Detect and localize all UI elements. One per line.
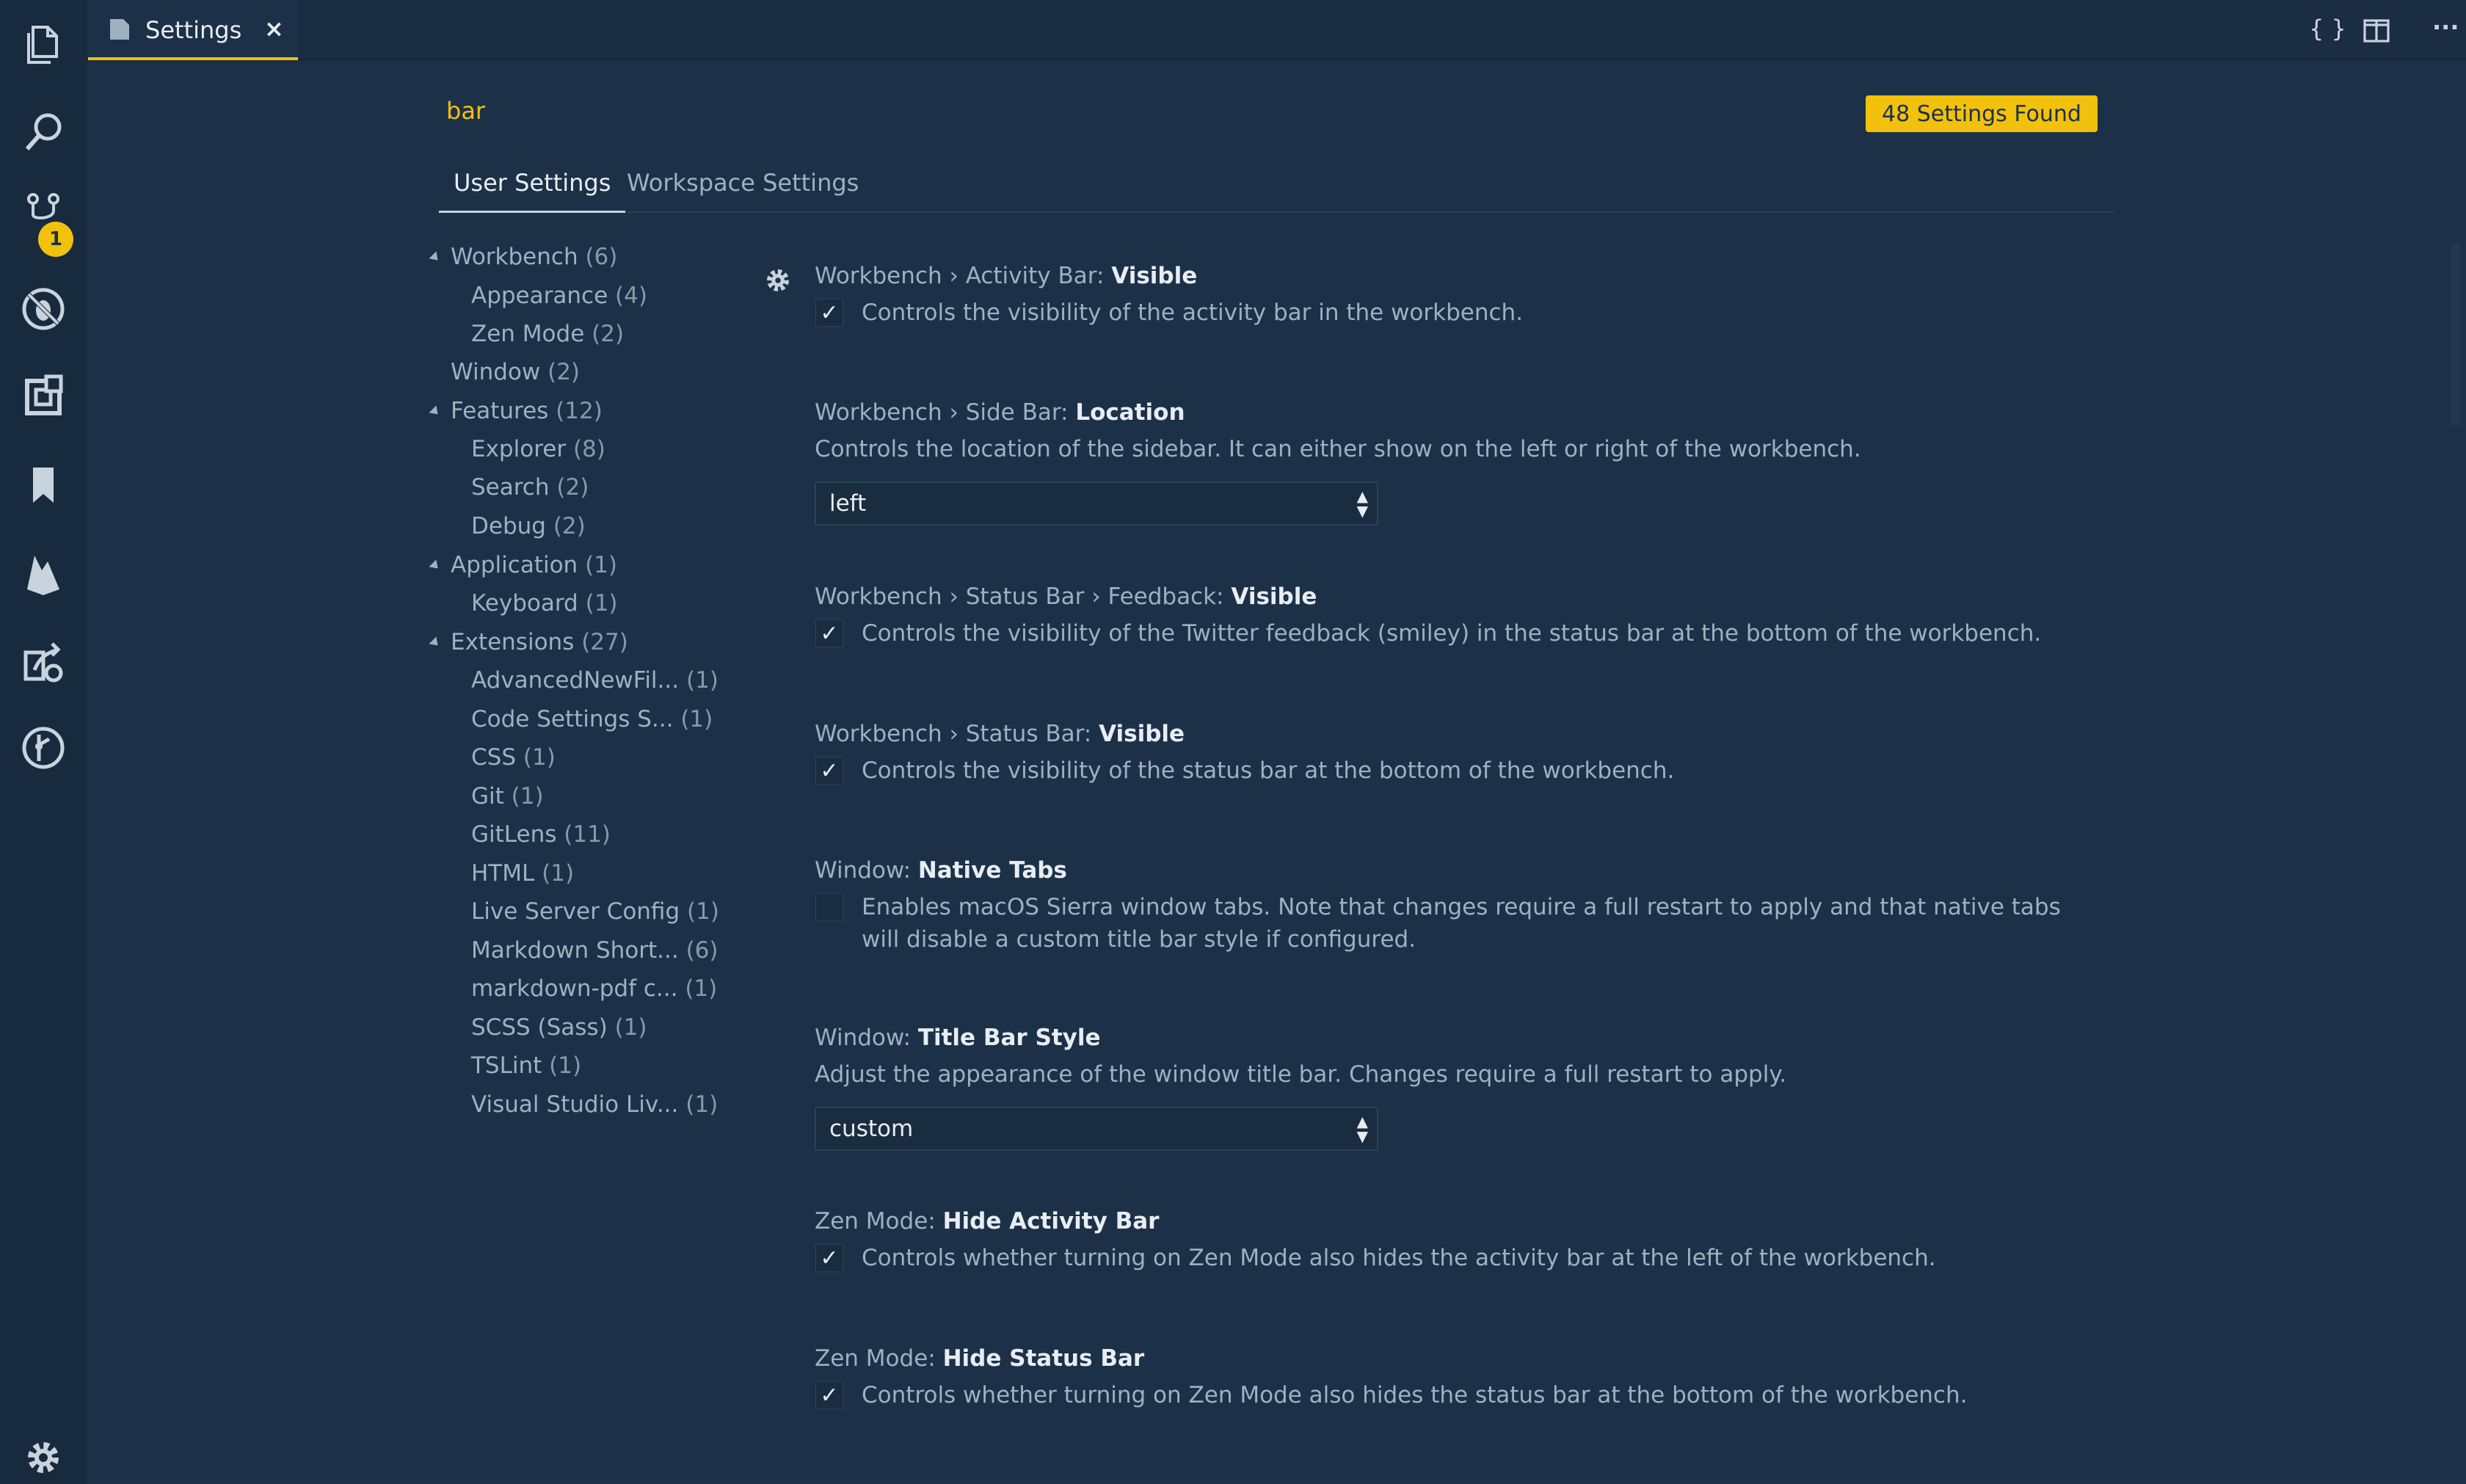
toc-item-css[interactable]: CSS (1) <box>471 744 556 771</box>
activity-bar: 1 <box>0 0 87 1484</box>
side-bar-location-select[interactable]: left ▲ ▼ <box>815 481 1378 525</box>
setting-zen-hide-status-bar: Zen Mode: Hide Status Bar ✓ Controls whe… <box>815 1345 2106 1411</box>
toc-item-search[interactable]: Search (2) <box>471 474 589 501</box>
setting-title: Workbench › Activity Bar: Visible <box>815 263 1198 289</box>
toc-item-keyboard[interactable]: Keyboard (1) <box>471 590 618 616</box>
extensions-icon[interactable] <box>18 371 69 423</box>
toc-item-window[interactable]: Window (2) <box>451 359 580 385</box>
toc-item-application[interactable]: Application (1) <box>451 552 617 578</box>
tab-label: Settings <box>145 16 242 44</box>
scm-badge: 1 <box>38 222 73 257</box>
toc-item-live-server-config[interactable]: Live Server Config (1) <box>471 898 719 925</box>
setting-description: Controls the visibility of the status ba… <box>862 757 1675 784</box>
setting-description: Controls the visibility of the activity … <box>862 299 1524 326</box>
expand-caret-icon[interactable] <box>429 636 442 650</box>
toc-item-advancednewfile[interactable]: AdvancedNewFil... (1) <box>471 667 719 694</box>
setting-side-bar-location: Workbench › Side Bar: Location Controls … <box>815 399 2106 525</box>
zen-hide-activity-bar-checkbox[interactable]: ✓ <box>815 1243 844 1273</box>
settings-scope-tabs: User Settings Workspace Settings <box>437 147 2114 213</box>
setting-description: Controls whether turning on Zen Mode als… <box>862 1382 1968 1408</box>
setting-zen-hide-activity-bar: Zen Mode: Hide Activity Bar ✓ Controls w… <box>815 1208 2106 1274</box>
search-icon[interactable] <box>18 107 69 159</box>
setting-title: Zen Mode: Hide Activity Bar <box>815 1208 1160 1234</box>
setting-title: Workbench › Status Bar: Visible <box>815 721 1185 747</box>
debug-icon[interactable] <box>18 283 69 335</box>
setting-title: Workbench › Status Bar › Feedback: Visib… <box>815 583 1317 610</box>
firebase-icon[interactable] <box>18 548 69 599</box>
tab-workspace-settings[interactable]: Workspace Settings <box>627 169 859 197</box>
expand-caret-icon[interactable] <box>429 405 442 418</box>
zen-hide-status-bar-checkbox[interactable]: ✓ <box>815 1381 844 1410</box>
select-arrows-icon: ▲ ▼ <box>1356 487 1368 520</box>
close-icon[interactable]: × <box>264 15 284 43</box>
setting-status-bar-visible: Workbench › Status Bar: Visible ✓ Contro… <box>815 721 2106 787</box>
setting-title-bar-style: Window: Title Bar Style Adjust the appea… <box>815 1025 2106 1151</box>
toc-item-debug[interactable]: Debug (2) <box>471 513 586 539</box>
setting-activity-bar-visible: Workbench › Activity Bar: Visible ✓ Cont… <box>815 263 2106 329</box>
tab-user-settings[interactable]: User Settings <box>438 169 626 213</box>
settings-found-badge: 48 Settings Found <box>1866 95 2098 132</box>
manage-gear-icon[interactable] <box>18 1436 69 1480</box>
toc-item-markdown-shortcuts[interactable]: Markdown Short... (6) <box>471 937 718 964</box>
toc-item-zen-mode[interactable]: Zen Mode (2) <box>471 321 624 347</box>
setting-status-bar-feedback-visible: Workbench › Status Bar › Feedback: Visib… <box>815 583 2106 650</box>
expand-caret-icon[interactable] <box>429 251 442 264</box>
toc-item-visual-studio-live-share[interactable]: Visual Studio Liv... (1) <box>471 1091 718 1118</box>
setting-description: Controls whether turning on Zen Mode als… <box>862 1245 1936 1271</box>
settings-search-input[interactable]: bar <box>446 97 485 125</box>
activity-bar-visible-checkbox[interactable]: ✓ <box>815 298 844 327</box>
toc-item-explorer[interactable]: Explorer (8) <box>471 436 605 462</box>
settings-file-icon <box>110 19 129 40</box>
split-editor-icon[interactable] <box>2363 19 2390 43</box>
bookmark-icon[interactable] <box>18 459 69 511</box>
open-settings-json-icon[interactable]: { } <box>2309 15 2346 43</box>
toc-item-scss[interactable]: SCSS (Sass) (1) <box>471 1014 647 1041</box>
toc-item-gitlens[interactable]: GitLens (11) <box>471 821 611 848</box>
toc-item-tslint[interactable]: TSLint (1) <box>471 1052 581 1079</box>
title-bar-style-select[interactable]: custom ▲ ▼ <box>815 1107 1378 1151</box>
toc-item-html[interactable]: HTML (1) <box>471 860 574 887</box>
more-actions-icon[interactable]: ··· <box>2432 13 2459 41</box>
setting-native-tabs: Window: Native Tabs Enables macOS Sierra… <box>815 857 2106 956</box>
toc-item-workbench[interactable]: Workbench (6) <box>451 244 617 270</box>
toc-item-extensions[interactable]: Extensions (27) <box>451 629 628 655</box>
setting-description: Enables macOS Sierra window tabs. Note t… <box>862 894 2061 953</box>
setting-description: Controls the location of the sidebar. It… <box>815 436 1861 462</box>
setting-title: Window: Title Bar Style <box>815 1025 1101 1051</box>
gitlens-icon[interactable] <box>18 722 69 774</box>
native-tabs-checkbox[interactable] <box>815 892 844 922</box>
toc-item-git[interactable]: Git (1) <box>471 783 544 810</box>
select-arrows-icon: ▲ ▼ <box>1356 1113 1368 1145</box>
toc-item-markdown-pdf[interactable]: markdown-pdf c... (1) <box>471 975 717 1002</box>
explorer-files-icon[interactable] <box>18 19 69 70</box>
toc-item-features[interactable]: Features (12) <box>451 398 603 424</box>
toc-item-appearance[interactable]: Appearance (4) <box>471 283 647 309</box>
tab-settings[interactable]: Settings × <box>88 0 298 60</box>
status-bar-visible-checkbox[interactable]: ✓ <box>815 756 844 785</box>
setting-title: Zen Mode: Hide Status Bar <box>815 1345 1145 1372</box>
setting-description: Controls the visibility of the Twitter f… <box>862 620 2042 647</box>
toc-item-code-settings-sync[interactable]: Code Settings S... (1) <box>471 706 713 732</box>
editor-tab-bar: Settings × { } ··· <box>87 0 2466 60</box>
remote-explorer-icon[interactable] <box>18 636 69 687</box>
setting-edit-gear-icon[interactable] <box>763 266 793 295</box>
editor-scrollbar[interactable] <box>2451 242 2460 426</box>
setting-description: Adjust the appearance of the window titl… <box>815 1061 1787 1088</box>
feedback-visible-checkbox[interactable]: ✓ <box>815 619 844 648</box>
expand-caret-icon[interactable] <box>429 559 442 572</box>
setting-title: Workbench › Side Bar: Location <box>815 399 1185 426</box>
setting-title: Window: Native Tabs <box>815 857 1067 884</box>
